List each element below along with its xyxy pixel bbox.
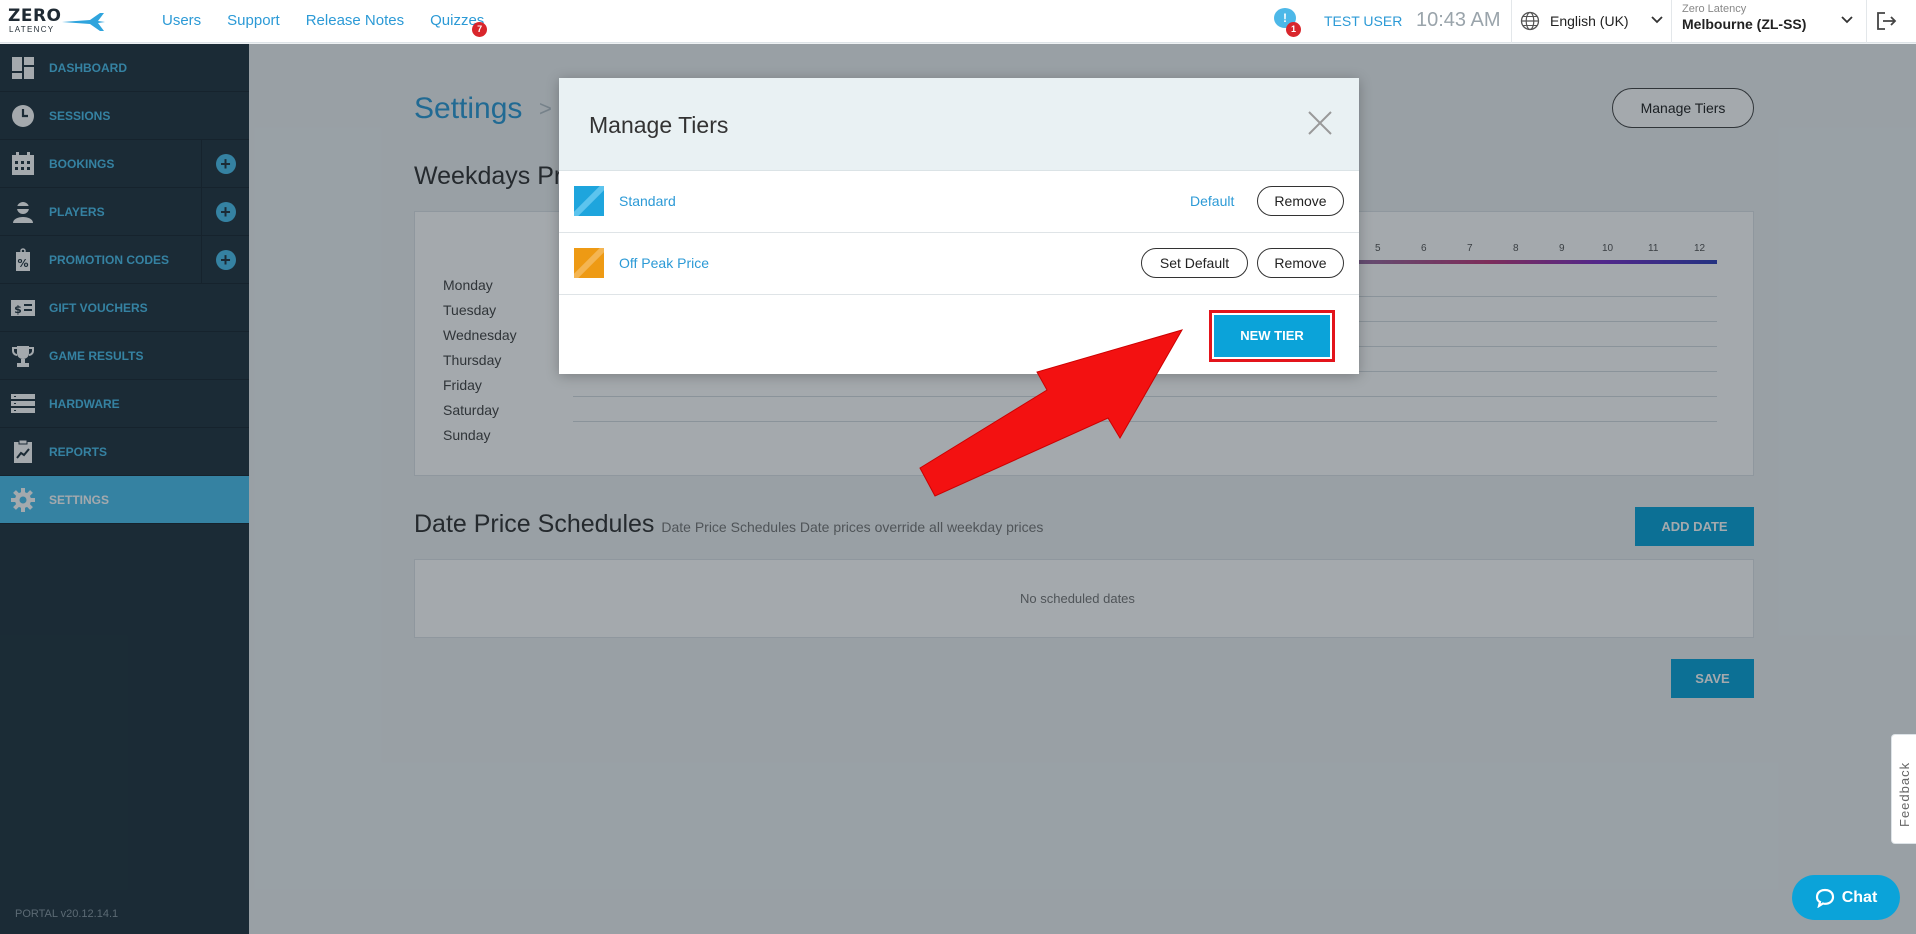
logout-icon[interactable] <box>1876 11 1898 31</box>
remove-tier-button[interactable]: Remove <box>1257 248 1344 278</box>
site-name: Melbourne (ZL-SS) <box>1682 16 1807 32</box>
tier-color-swatch[interactable] <box>574 186 604 216</box>
tier-color-swatch[interactable] <box>574 248 604 278</box>
modal-header: Manage Tiers <box>559 78 1359 171</box>
language-label: English (UK) <box>1550 13 1629 29</box>
chat-bubble-icon <box>1815 888 1834 908</box>
chat-button[interactable]: Chat <box>1792 875 1900 920</box>
notification-button[interactable]: ! 1 <box>1274 8 1304 38</box>
chevron-down-icon[interactable] <box>1840 13 1854 27</box>
feedback-label: Feedback <box>1897 761 1912 827</box>
nav-users[interactable]: Users <box>162 12 201 29</box>
chevron-down-icon[interactable] <box>1650 13 1664 27</box>
tier-row: Off Peak Price Set Default Remove <box>559 233 1359 295</box>
globe-icon <box>1520 11 1540 31</box>
set-default-button[interactable]: Set Default <box>1141 248 1248 278</box>
divider <box>1511 0 1512 43</box>
modal-title: Manage Tiers <box>589 112 729 138</box>
zero-latency-logo[interactable]: ZERO LATENCY <box>8 6 105 36</box>
nav-release-notes[interactable]: Release Notes <box>306 12 404 29</box>
new-tier-button[interactable]: NEW TIER <box>1214 315 1330 357</box>
plane-logo-icon <box>62 13 105 31</box>
notification-badge: 1 <box>1286 22 1301 37</box>
feedback-tab[interactable]: Feedback <box>1891 734 1916 844</box>
tier-default-label: Default <box>1190 193 1235 209</box>
nav-quizzes[interactable]: Quizzes 7 <box>430 12 488 37</box>
chat-label: Chat <box>1841 888 1878 906</box>
red-arrow-annotation <box>919 329 1184 497</box>
nav-support[interactable]: Support <box>227 12 280 29</box>
tier-row: Standard Default Remove <box>559 171 1359 233</box>
language-selector[interactable]: English (UK) <box>1520 11 1629 31</box>
site-selector[interactable]: Zero Latency Melbourne (ZL-SS) <box>1682 3 1806 32</box>
divider <box>1671 0 1672 43</box>
tier-name[interactable]: Off Peak Price <box>619 255 709 271</box>
site-org: Zero Latency <box>1682 3 1747 15</box>
clock: 10:43 AM <box>1416 9 1501 31</box>
user-name[interactable]: TEST USER <box>1324 13 1402 29</box>
top-bar: ZERO LATENCY Users Support Release Notes… <box>0 0 1916 43</box>
quizzes-badge: 7 <box>472 22 488 37</box>
top-nav: Users Support Release Notes Quizzes 7 <box>162 12 510 37</box>
close-icon[interactable] <box>1307 110 1333 136</box>
divider <box>1866 0 1867 43</box>
tier-name[interactable]: Standard <box>619 193 676 209</box>
remove-tier-button[interactable]: Remove <box>1257 186 1344 216</box>
